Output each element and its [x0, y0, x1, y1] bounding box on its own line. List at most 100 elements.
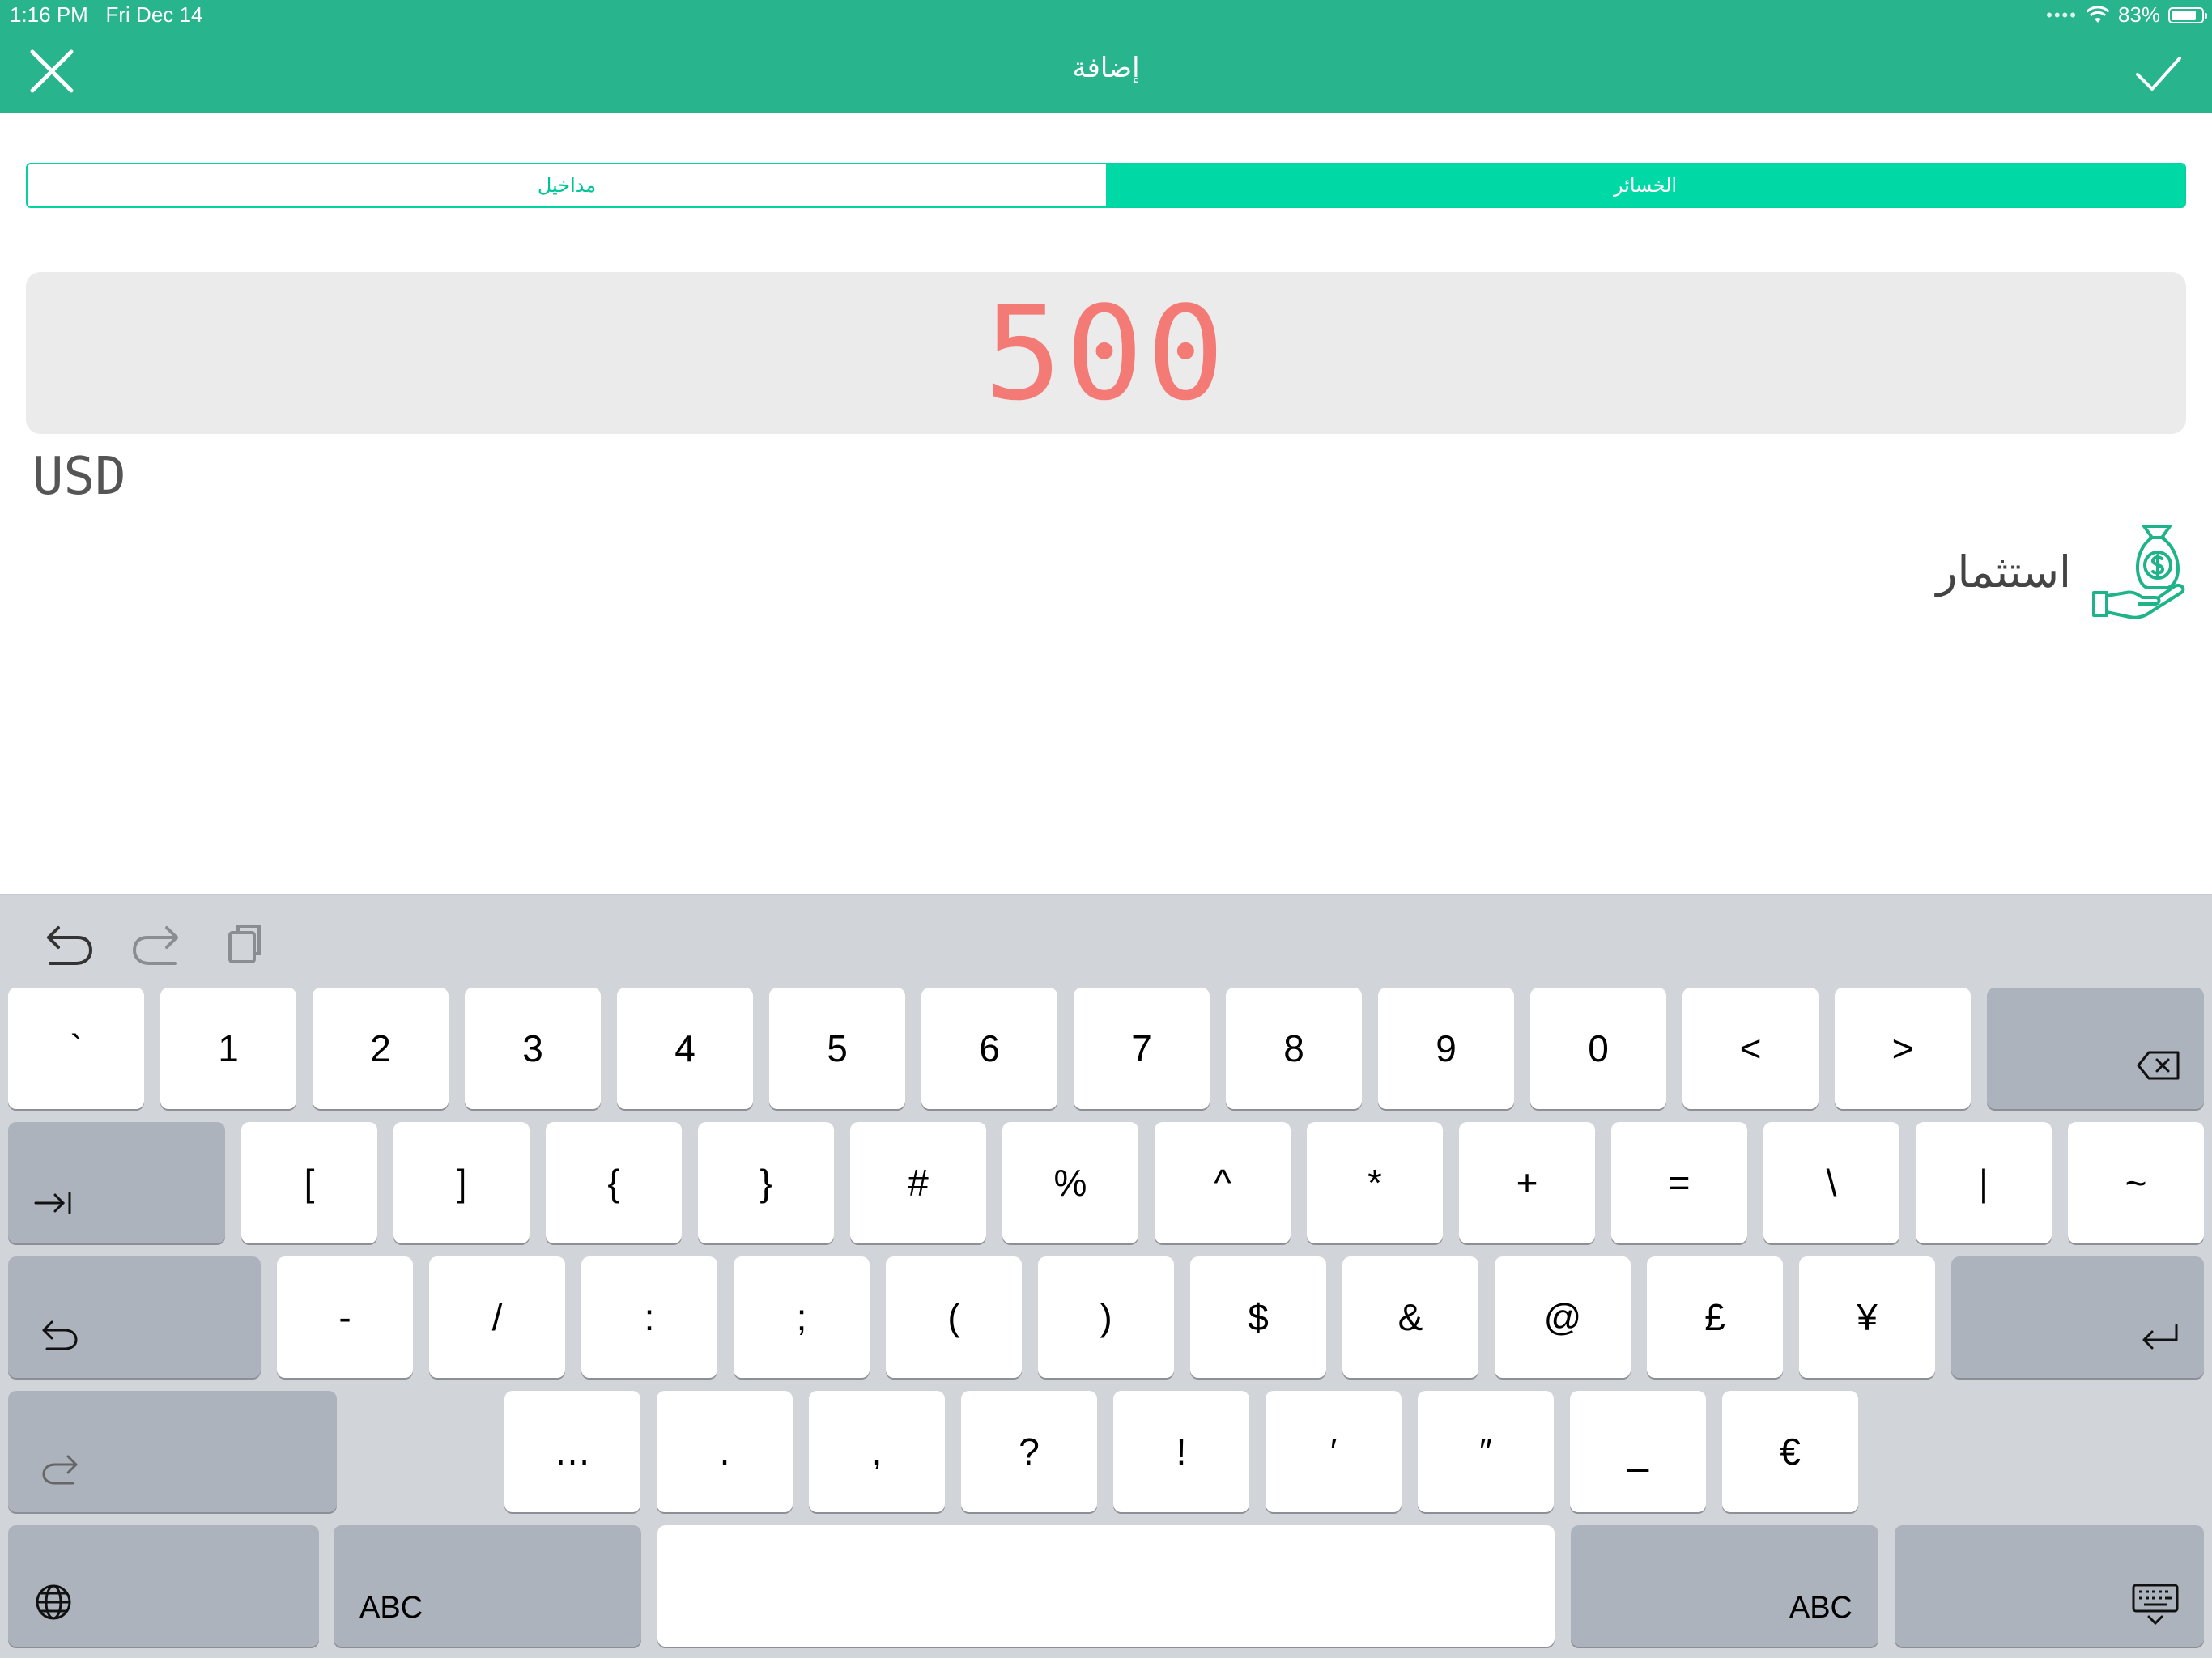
key-row4-5[interactable]: ′ [1266, 1391, 1402, 1512]
key-label: / [491, 1296, 503, 1338]
segment-loss[interactable]: الخسائر [1106, 164, 2184, 206]
segment-income[interactable]: مداخيل [28, 164, 1106, 206]
undo-icon[interactable] [40, 920, 97, 968]
space-key[interactable] [657, 1525, 1555, 1647]
key-row3-8[interactable]: @ [1495, 1256, 1631, 1378]
key-row2-0[interactable]: [ [241, 1122, 377, 1244]
key-row1-3[interactable]: 3 [465, 988, 601, 1109]
key-row4-4[interactable]: ! [1113, 1391, 1249, 1512]
amount-value: 500 [984, 277, 1228, 429]
globe-key[interactable] [8, 1525, 319, 1647]
key-row2-8[interactable]: + [1459, 1122, 1595, 1244]
transaction-type-segment: مداخيل الخسائر [26, 163, 2186, 208]
key-row1-5[interactable]: 5 [769, 988, 905, 1109]
key-row1-12[interactable]: > [1835, 988, 1971, 1109]
keyboard-dismiss-icon [2131, 1583, 2180, 1635]
key-row1-7[interactable]: 7 [1074, 988, 1210, 1109]
key-row2-11[interactable]: | [1916, 1122, 2052, 1244]
redo-icon[interactable] [128, 920, 185, 968]
key-label: ¥ [1857, 1296, 1878, 1338]
key-label: 9 [1436, 1027, 1457, 1069]
currency-label[interactable]: USD [32, 447, 126, 507]
key-label: \ [1826, 1162, 1837, 1204]
key-row3-9[interactable]: £ [1647, 1256, 1783, 1378]
key-row3-2[interactable]: : [581, 1256, 717, 1378]
key-row2-7[interactable]: * [1307, 1122, 1443, 1244]
status-date: Fri Dec 14 [105, 2, 203, 27]
checkmark-icon[interactable] [2133, 49, 2184, 97]
key-label: ) [1100, 1296, 1112, 1338]
key-row3-7[interactable]: & [1342, 1256, 1478, 1378]
key-label: 2 [370, 1027, 391, 1069]
key-row1-8[interactable]: 8 [1226, 988, 1362, 1109]
key-row3-4[interactable]: ( [886, 1256, 1022, 1378]
key-row2-5[interactable]: % [1002, 1122, 1138, 1244]
key-row2-1[interactable]: ] [393, 1122, 530, 1244]
key-row1-6[interactable]: 6 [921, 988, 1057, 1109]
key-label: 8 [1283, 1027, 1304, 1069]
wifi-icon [2086, 6, 2110, 23]
undo-key[interactable] [8, 1256, 261, 1378]
key-label: ′ [1329, 1431, 1338, 1473]
key-row1-0[interactable]: ` [8, 988, 144, 1109]
hide-keyboard-key[interactable] [1895, 1525, 2204, 1647]
key-row2-12[interactable]: ~ [2068, 1122, 2204, 1244]
key-row2-2[interactable]: { [546, 1122, 682, 1244]
key-label: 7 [1131, 1027, 1152, 1069]
key-label: % [1053, 1162, 1087, 1204]
key-label: ] [456, 1162, 467, 1204]
key-row4-6[interactable]: ″ [1418, 1391, 1554, 1512]
return-key[interactable] [1951, 1256, 2204, 1378]
key-label: & [1397, 1296, 1423, 1338]
key-row4-2[interactable]: , [809, 1391, 945, 1512]
key-label: ~ [2125, 1162, 2147, 1204]
key-row1-10[interactable]: 0 [1530, 988, 1666, 1109]
abc-label: ABC [359, 1591, 423, 1625]
key-row2-3[interactable]: } [698, 1122, 834, 1244]
key-row3-10[interactable]: ¥ [1799, 1256, 1935, 1378]
key-row4-7[interactable]: _ [1570, 1391, 1706, 1512]
battery-icon [2168, 6, 2207, 23]
key-row1-9[interactable]: 9 [1378, 988, 1514, 1109]
key-label: 5 [827, 1027, 848, 1069]
redo-key[interactable] [8, 1391, 337, 1512]
key-label: $ [1248, 1296, 1269, 1338]
key-row3-5[interactable]: ) [1038, 1256, 1174, 1378]
delete-key[interactable] [1987, 988, 2204, 1109]
key-row1-4[interactable]: 4 [617, 988, 753, 1109]
key-row1-1[interactable]: 1 [160, 988, 296, 1109]
key-row3-6[interactable]: $ [1190, 1256, 1326, 1378]
tab-key[interactable] [8, 1122, 225, 1244]
page-title: إضافة [1072, 52, 1140, 84]
key-label: ? [1019, 1431, 1040, 1473]
key-row4-8[interactable]: € [1722, 1391, 1858, 1512]
key-row3-1[interactable]: / [429, 1256, 565, 1378]
key-row4-1[interactable]: . [657, 1391, 793, 1512]
key-row1-2[interactable]: 2 [313, 988, 449, 1109]
key-label: - [338, 1296, 351, 1338]
key-row1-11[interactable]: < [1682, 988, 1819, 1109]
key-row2-10[interactable]: \ [1763, 1122, 1899, 1244]
key-label: = [1668, 1162, 1691, 1204]
key-row4-3[interactable]: ? [961, 1391, 1097, 1512]
key-label: + [1516, 1162, 1538, 1204]
amount-input[interactable]: 500 [26, 272, 2186, 434]
key-label: * [1368, 1162, 1382, 1204]
key-label: } [759, 1162, 772, 1204]
key-row3-3[interactable]: ; [734, 1256, 870, 1378]
key-label: # [908, 1162, 929, 1204]
key-row2-6[interactable]: ^ [1155, 1122, 1291, 1244]
key-label: ` [70, 1027, 83, 1069]
key-row4-0[interactable]: … [504, 1391, 640, 1512]
delete-icon [2136, 1046, 2181, 1090]
abc-key-right[interactable]: ABC [1571, 1525, 1878, 1647]
key-label: € [1780, 1431, 1801, 1473]
globe-icon [34, 1583, 73, 1630]
abc-key-left[interactable]: ABC [334, 1525, 641, 1647]
key-row2-4[interactable]: # [850, 1122, 986, 1244]
key-row2-9[interactable]: = [1611, 1122, 1747, 1244]
category-selector[interactable]: استثمار [1936, 518, 2191, 625]
navigation-bar: 1:16 PM Fri Dec 14 •••• 83% إضافة [0, 0, 2212, 113]
key-row3-0[interactable]: - [277, 1256, 413, 1378]
paste-icon[interactable] [215, 920, 272, 968]
